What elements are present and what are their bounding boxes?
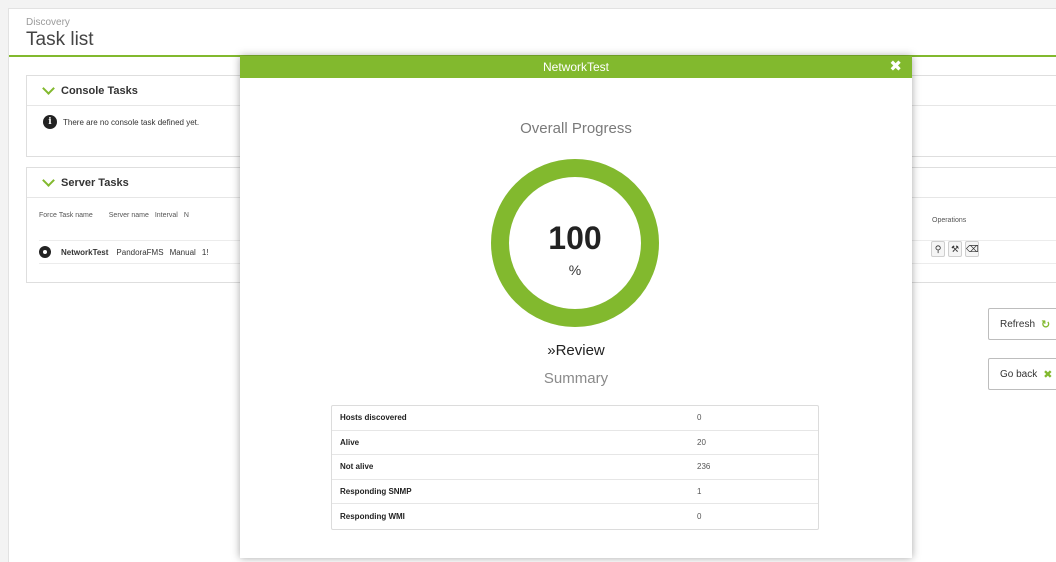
dialog-title: NetworkTest (542, 60, 610, 74)
operations-header: Operations (932, 217, 967, 224)
overall-progress-label: Overall Progress (520, 120, 632, 137)
close-icon[interactable]: ✖ (889, 56, 902, 78)
summary-value: 0 (697, 413, 702, 423)
page-title: Task list (26, 29, 94, 50)
close-icon: ✖ (1043, 368, 1053, 381)
summary-label: Alive (340, 437, 360, 447)
chevron-down-icon (42, 81, 55, 95)
summary-table: Hosts discovered 0 Alive 20 Not alive 23… (331, 405, 819, 530)
summary-label: Hosts discovered (340, 413, 407, 423)
progress-value: 100 (548, 220, 602, 256)
chevron-down-icon (42, 173, 55, 187)
progress-unit: % (568, 262, 582, 278)
go-back-button[interactable]: Go back ✖ (988, 358, 1056, 390)
review-link[interactable]: »Review (240, 342, 912, 359)
summary-value: 236 (697, 462, 711, 472)
table-row: Responding WMI 0 (332, 504, 818, 529)
summary-label: Responding SNMP (340, 487, 412, 497)
summary-label: Not alive (340, 462, 374, 472)
console-tasks-info-text: There are no console task defined yet. (63, 117, 200, 127)
force-run-icon[interactable] (39, 246, 51, 258)
refresh-button[interactable]: Refresh ↻ (988, 308, 1056, 340)
progress-ring: 100 % (490, 158, 660, 328)
trash-icon[interactable]: ⌫ (965, 241, 979, 257)
summary-value: 1 (697, 487, 702, 497)
task-name[interactable]: NetworkTest (61, 248, 108, 257)
column-header[interactable]: Server name (109, 212, 149, 219)
go-back-label: Go back (1000, 368, 1038, 380)
table-row: Not alive 236 (332, 455, 818, 480)
dialog-titlebar: NetworkTest ✖ (240, 56, 912, 78)
next-execution: 1! (201, 247, 209, 257)
console-tasks-title: Console Tasks (61, 84, 138, 97)
summary-label: Responding WMI (340, 512, 405, 522)
column-header[interactable]: Task name (59, 212, 93, 219)
server-name: PandoraFMS (116, 247, 164, 257)
column-header[interactable]: Force (39, 212, 57, 219)
refresh-label: Refresh (1000, 318, 1036, 330)
refresh-icon: ↻ (1041, 318, 1051, 331)
zoom-icon[interactable]: ⚲ (931, 241, 945, 257)
server-tasks-columns: Force Task name Server name Interval N (39, 212, 199, 219)
table-row: Responding SNMP 1 (332, 480, 818, 505)
info-icon: i (43, 115, 57, 129)
wrench-icon[interactable]: ⚒ (948, 241, 962, 257)
table-row: Alive 20 (332, 431, 818, 456)
operations-group: ⚲ ⚒ ⌫ (931, 241, 979, 257)
summary-value: 20 (697, 437, 706, 447)
breadcrumb[interactable]: Discovery (26, 17, 94, 28)
table-row: Hosts discovered 0 (332, 406, 818, 431)
summary-heading: Summary (543, 370, 609, 387)
summary-value: 0 (697, 512, 702, 522)
interval: Manual (169, 247, 196, 257)
page-header: Discovery Task list (26, 17, 94, 51)
progress-dialog: NetworkTest ✖ Overall Progress 100 % »Re… (240, 56, 912, 558)
column-header[interactable]: Interval (155, 212, 178, 219)
column-header[interactable]: N (184, 212, 189, 219)
server-tasks-title: Server Tasks (61, 176, 129, 189)
